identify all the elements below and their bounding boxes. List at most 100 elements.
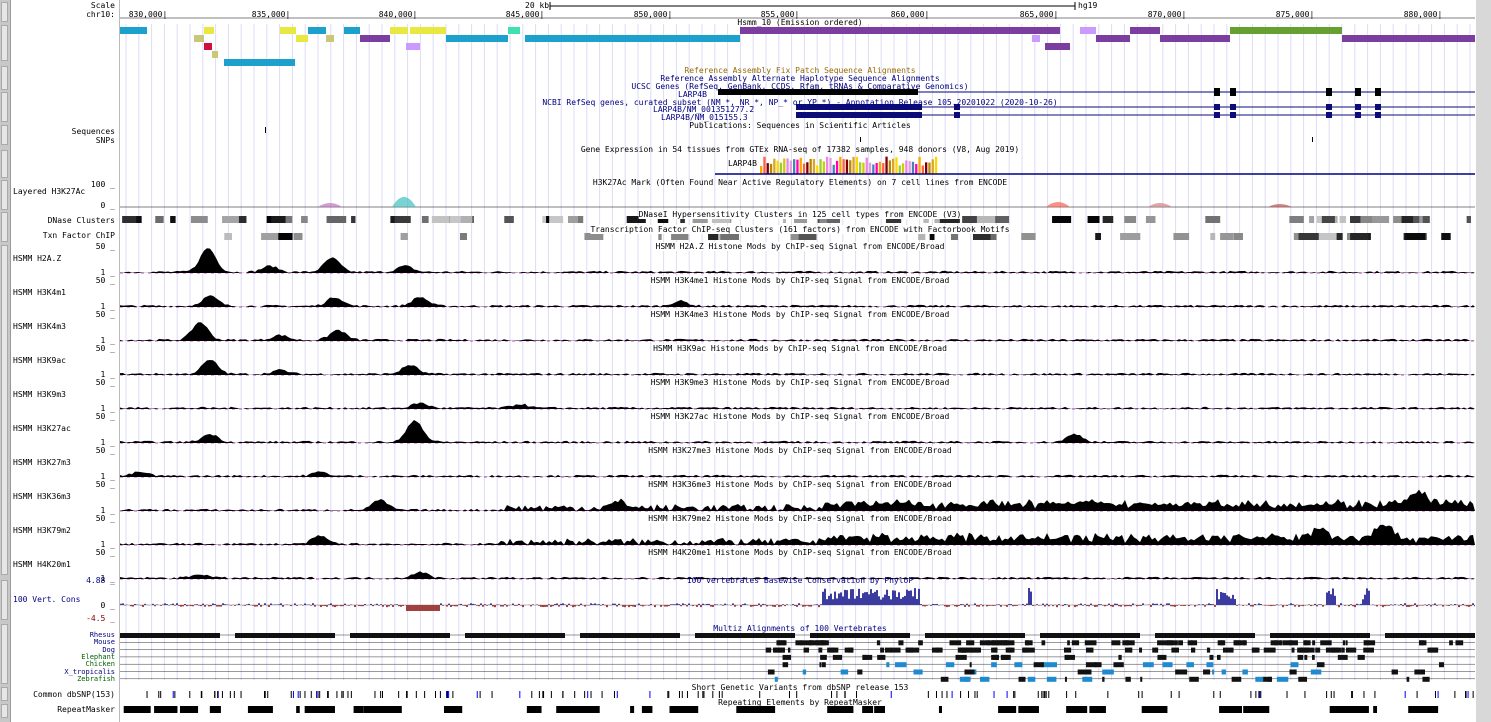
multiz-block xyxy=(857,669,863,675)
cons-bar xyxy=(650,603,652,605)
track-button-seq[interactable] xyxy=(1,125,8,145)
cons-bar xyxy=(216,605,218,607)
multiz-block xyxy=(1206,647,1211,653)
multiz-block xyxy=(821,662,826,668)
cons-bar xyxy=(1248,603,1250,605)
histone-track-label-5[interactable]: HSMM H3K27ac xyxy=(13,424,71,433)
dbsnp-tick xyxy=(172,691,174,698)
cons-bar xyxy=(818,605,820,608)
cons-bar xyxy=(446,605,448,607)
cons-bar xyxy=(1416,605,1418,607)
layered-label[interactable]: Layered H3K27Ac xyxy=(13,187,85,196)
cons-zero: 0 _ xyxy=(100,601,115,610)
multiz-block xyxy=(795,640,803,646)
snps-label[interactable]: SNPs xyxy=(96,136,115,145)
multiz-block xyxy=(959,676,971,682)
track-button-layered[interactable] xyxy=(1,180,8,210)
histone-max-3: 50 _ xyxy=(95,344,115,353)
cons-bar xyxy=(740,605,742,607)
multiz-block xyxy=(1157,654,1167,660)
cons-bar xyxy=(258,603,260,605)
multiz-block xyxy=(1290,662,1299,668)
browser-image[interactable]: 830,000| 835,000| 840,000| 845,000| 850,000|… xyxy=(120,0,1475,722)
cons-bar xyxy=(904,595,906,605)
cons-bar xyxy=(1302,605,1304,607)
track-button-gtex[interactable] xyxy=(1,150,8,178)
cons-bar xyxy=(824,588,826,605)
histone-track-label-9[interactable]: HSMM H4K20m1 xyxy=(13,560,71,569)
dnase-block xyxy=(1205,216,1221,223)
track-button-dbsnp[interactable] xyxy=(1,687,8,701)
cons-title: 100 vertebrates Basewise Conservation by… xyxy=(686,576,914,585)
dnase-label[interactable]: DNase Clusters xyxy=(48,216,115,225)
cons-bar xyxy=(642,605,644,607)
dbsnp-tick xyxy=(1138,691,1140,698)
refseq-exon xyxy=(1355,112,1361,118)
dbsnp-tick xyxy=(240,691,242,698)
cons-bar xyxy=(166,604,168,605)
cons-bar xyxy=(530,605,532,607)
cons-bar xyxy=(394,604,396,605)
cons-bar xyxy=(1358,604,1360,605)
dbsnp-tick xyxy=(317,691,319,698)
gtex-gene-label[interactable]: LARP4B xyxy=(728,159,757,168)
sequences-label[interactable]: Sequences xyxy=(72,127,115,136)
cons-bar xyxy=(474,604,476,605)
species-label-6[interactable]: Zebrafish xyxy=(77,675,115,683)
histone-track-label-3[interactable]: HSMM H3K9ac xyxy=(13,356,66,365)
chromhmm-segment xyxy=(204,43,212,50)
multiz-block xyxy=(1187,640,1193,646)
track-button-patches[interactable] xyxy=(1,66,8,90)
track-button-cons[interactable] xyxy=(1,580,8,620)
txn-block xyxy=(584,233,604,240)
cons-bar xyxy=(1166,603,1168,605)
multiz-block xyxy=(1242,669,1248,675)
cons-bar xyxy=(706,603,708,605)
histone-track-label-2[interactable]: HSMM H3K4m3 xyxy=(13,322,66,331)
dbsnp-label[interactable]: Common dbSNP(153) xyxy=(33,690,115,699)
multiz-block xyxy=(1157,640,1169,646)
dbsnp-tick xyxy=(686,691,688,698)
rmsk-label[interactable]: RepeatMasker xyxy=(57,705,115,714)
track-button-histone[interactable] xyxy=(1,245,8,575)
dbsnp-tick xyxy=(649,691,651,698)
refseq-exon xyxy=(1214,112,1220,118)
cons-bar xyxy=(358,605,360,606)
cons-bar xyxy=(210,605,212,607)
rmsk-block xyxy=(874,706,886,713)
refseq-title: NCBI RefSeq genes, curated subset (NM_*,… xyxy=(542,98,1058,107)
cons-bar xyxy=(828,595,830,605)
cons-bar xyxy=(320,605,322,608)
cons-bar xyxy=(324,605,326,607)
txn-block xyxy=(950,233,959,240)
histone-track-label-4[interactable]: HSMM H3K9m3 xyxy=(13,390,66,399)
vert-cons-label[interactable]: 100 Vert. Cons xyxy=(13,595,80,604)
track-button-rmsk[interactable] xyxy=(1,704,8,718)
cons-bar xyxy=(218,605,220,607)
track-button-ruler[interactable] xyxy=(1,2,8,22)
cons-bar xyxy=(466,605,468,607)
histone-track-label-8[interactable]: HSMM H3K79m2 xyxy=(13,526,71,535)
multiz-block xyxy=(1018,676,1026,682)
cons-bar xyxy=(908,590,910,605)
track-button-chromhmm[interactable] xyxy=(1,25,8,61)
cons-bar xyxy=(1210,603,1212,605)
histone-track-label-1[interactable]: HSMM H3K4m1 xyxy=(13,288,66,297)
dnase-block xyxy=(1339,216,1346,223)
tracks-canvas[interactable] xyxy=(120,0,1475,722)
track-button-genes[interactable] xyxy=(1,92,8,122)
txn-label[interactable]: Txn Factor ChIP xyxy=(43,231,115,240)
track-button-regulation[interactable] xyxy=(1,212,8,242)
chromhmm-segment xyxy=(212,51,218,58)
track-button-multiz[interactable] xyxy=(1,624,8,684)
multiz-block xyxy=(1255,676,1264,682)
histone-track-label-6[interactable]: HSMM H3K27m3 xyxy=(13,458,71,467)
cons-bar xyxy=(1376,605,1378,607)
cons-bar xyxy=(954,605,956,607)
dbsnp-tick xyxy=(936,691,938,698)
cons-bar xyxy=(598,604,600,605)
gtex-bar xyxy=(809,158,812,174)
histone-track-label-0[interactable]: HSMM H2A.Z xyxy=(13,254,61,263)
histone-track-title-6: HSMM H3K27me3 Histone Mods by ChIP-seq S… xyxy=(648,446,952,455)
histone-track-label-7[interactable]: HSMM H3K36m3 xyxy=(13,492,71,501)
